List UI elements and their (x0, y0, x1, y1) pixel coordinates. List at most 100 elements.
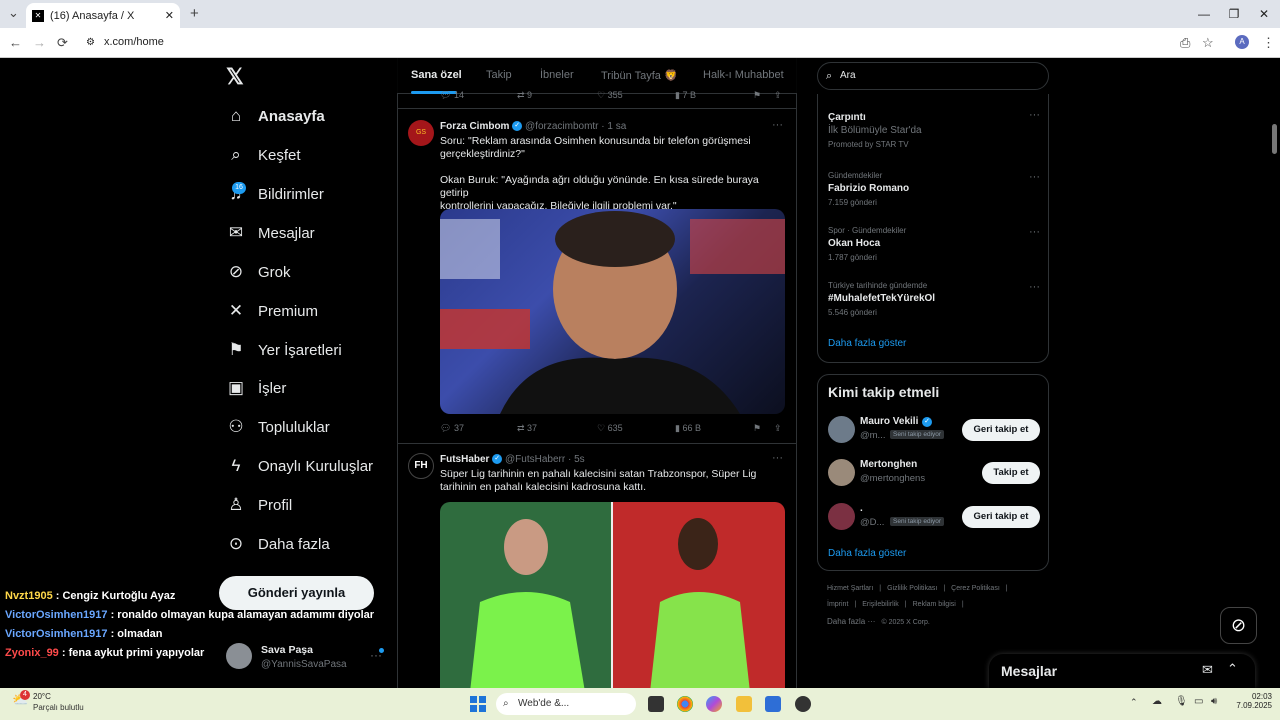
reply-icon[interactable]: 💬︎ 37 (440, 423, 464, 434)
task-view-icon[interactable] (648, 696, 664, 712)
avatar[interactable] (828, 503, 855, 530)
taskbar-search[interactable]: ⌕ Web'de &... (496, 693, 636, 715)
suggestion-name[interactable]: Mertonghen (860, 459, 917, 470)
follow-suggestion[interactable]: . @D... Seni takip ediyor Geri takip et (828, 502, 1040, 532)
reply-icon[interactable]: 💬︎ 14 (440, 90, 464, 101)
author-name[interactable]: FutsHaber (440, 454, 489, 465)
tab-ibneler[interactable]: İbneler (540, 69, 574, 81)
views-icon[interactable]: ▮ 7 B (675, 90, 696, 101)
close-window-icon[interactable]: ✕ (1248, 0, 1280, 28)
footer-link[interactable]: Gizlilik Politikası (887, 585, 937, 592)
nav-item-mail[interactable]: ✉ Mesajlar (226, 218, 315, 248)
trend-more-icon[interactable]: ··· (1029, 281, 1040, 293)
back-button[interactable]: ← (9, 28, 22, 58)
trend-more-icon[interactable]: ··· (1029, 171, 1040, 183)
repost-icon[interactable]: ⇄ 37 (517, 423, 537, 434)
tab-search-chevron-icon[interactable]: ⌄ (8, 0, 19, 28)
restore-icon[interactable]: ❐ (1218, 0, 1250, 28)
tab-takip[interactable]: Takip (486, 69, 512, 81)
nav-item-bookmark[interactable]: ⚑ Yer İşaretleri (226, 335, 341, 365)
tweet-time[interactable]: · 1 sa (601, 121, 626, 132)
avatar[interactable]: FH (408, 453, 434, 479)
scrollbar-thumb[interactable] (1272, 124, 1277, 154)
x-logo-icon[interactable]: 𝕏 (226, 64, 244, 90)
search-input[interactable]: ⌕ Ara (817, 62, 1049, 90)
share-icon[interactable]: ⇪ (774, 90, 782, 101)
volume-icon[interactable]: 🔊︎ (1211, 696, 1217, 707)
page-scrollbar[interactable] (1270, 60, 1278, 686)
avatar[interactable]: GS (408, 120, 434, 146)
start-menu-icon[interactable] (470, 696, 486, 712)
browser-tab[interactable]: ✕ (16) Anasayfa / X ✕ (26, 3, 180, 28)
reload-button[interactable]: ⟳ (57, 28, 68, 58)
tweet-forza-cimbom[interactable]: GS Forza Cimbom ✓ @forzacimbomtr · 1 sa … (397, 110, 797, 443)
avatar[interactable] (828, 459, 855, 486)
follow-suggestion[interactable]: Mertonghen @mertonghens Takip et (828, 458, 1040, 488)
nav-item-grok[interactable]: ⊘ Grok (226, 257, 291, 287)
tab-sana-ozel[interactable]: Sana özel (411, 69, 462, 81)
suggestion-name[interactable]: Mauro Vekili (860, 416, 918, 427)
trend-item[interactable]: Çarpıntı İlk Bölümüyle Star'da Promoted by… (828, 109, 1040, 160)
tab-close-icon[interactable]: ✕ (165, 9, 174, 22)
trends-show-more-link[interactable]: Daha fazla göster (828, 338, 906, 349)
messages-dock[interactable]: Mesajlar ✉ ⌃ (989, 654, 1255, 688)
footer-link[interactable]: Reklam bilgisi (913, 601, 956, 608)
nav-item-search[interactable]: ⌕ Keşfet (226, 140, 300, 170)
trend-item[interactable]: Türkiye tarihinde gündemde #MuhalefetTekY… (828, 281, 1040, 329)
nav-item-more-circle[interactable]: ⊙ Daha fazla (226, 529, 330, 559)
forward-button[interactable]: → (33, 28, 46, 58)
microphone-icon[interactable]: 🎙︎ (1175, 696, 1188, 707)
nav-item-lightning[interactable]: ϟ Onaylı Kuruluşlar (226, 451, 374, 481)
bookmark-icon[interactable]: ⚑ (753, 423, 761, 434)
author-handle[interactable]: @FutsHaberr (505, 454, 565, 465)
onedrive-icon[interactable]: ☁ (1152, 696, 1162, 707)
nav-item-people[interactable]: ⚇ Topluluklar (226, 412, 329, 442)
trend-more-icon[interactable]: ··· (1029, 109, 1040, 121)
expand-icon[interactable]: ⌃ (1227, 661, 1238, 677)
file-explorer-icon[interactable] (736, 696, 752, 712)
url-bar[interactable]: ⚙ x.com/home (80, 31, 1180, 54)
tweet-time[interactable]: · 5s (568, 454, 585, 465)
tweet-more-icon[interactable]: ··· (772, 119, 783, 131)
trend-item[interactable]: Gündemdekiler Fabrizio Romano 7.159 gönder… (828, 171, 1040, 219)
follow-suggestion[interactable]: Mauro Vekili ✓ @m... Seni takip ediyor Geri … (828, 415, 1040, 445)
new-tab-button[interactable]: + (190, 0, 199, 29)
avatar[interactable] (828, 416, 855, 443)
follow-button[interactable]: Geri takip et (962, 419, 1040, 441)
nav-item-home[interactable]: ⌂ Anasayfa (226, 101, 325, 131)
tweet-more-icon[interactable]: ··· (772, 452, 783, 464)
share-icon[interactable]: ⇪ (774, 423, 782, 434)
trend-more-icon[interactable]: ··· (1029, 226, 1040, 238)
clock[interactable]: 02:03 7.09.2025 (1232, 692, 1272, 710)
profile-avatar-icon[interactable]: A (1235, 35, 1249, 49)
author-handle[interactable]: @forzacimbomtr (525, 121, 599, 132)
tab-halk-i-muhabbet[interactable]: Halk-ı Muhabbet (703, 69, 784, 81)
copilot-icon[interactable] (706, 696, 722, 712)
follow-show-more-link[interactable]: Daha fazla göster (828, 548, 906, 559)
suggestion-name[interactable]: . (860, 503, 863, 514)
author-name[interactable]: Forza Cimbom (440, 121, 509, 132)
site-info-icon[interactable]: ⚙ (86, 31, 95, 54)
views-icon[interactable]: ▮ 66 B (675, 423, 701, 434)
tweet-photo-goalkeepers[interactable] (440, 502, 785, 688)
weather-desc[interactable]: Parçalı bulutlu (33, 703, 84, 712)
follow-button[interactable]: Geri takip et (962, 506, 1040, 528)
bookmark-star-icon[interactable]: ☆ (1202, 28, 1214, 58)
suggestion-handle[interactable]: @D... (860, 517, 884, 528)
tweet-futshaber[interactable]: FH FutsHaber ✓ @FutsHaberr · 5s ··· Süpe… (397, 444, 797, 688)
new-message-icon[interactable]: ✉ (1202, 662, 1213, 678)
account-switcher[interactable]: Sava Paşa @YannisSavaPasa ··· (226, 642, 386, 676)
tweet-photo-coach[interactable] (440, 209, 785, 414)
network-icon[interactable]: ▭ (1194, 696, 1203, 707)
suggestion-handle[interactable]: @mertonghens (860, 473, 925, 484)
footer-link[interactable]: Çerez Politikası (951, 585, 1000, 592)
store-icon[interactable] (765, 696, 781, 712)
repost-icon[interactable]: ⇄ 9 (517, 90, 532, 101)
footer-link[interactable]: Erişilebilirlik (862, 601, 899, 608)
nav-item-briefcase[interactable]: ▣ İşler (226, 373, 286, 403)
like-icon[interactable]: ♡ 355 (597, 90, 623, 101)
chrome-icon[interactable] (677, 696, 693, 712)
tray-chevron-icon[interactable]: ⌃ (1130, 697, 1138, 708)
trend-item[interactable]: Spor · Gündemdekiler Okan Hoca 1.787 gönde… (828, 226, 1040, 274)
footer-link[interactable]: © 2025 X Corp. (881, 619, 929, 626)
